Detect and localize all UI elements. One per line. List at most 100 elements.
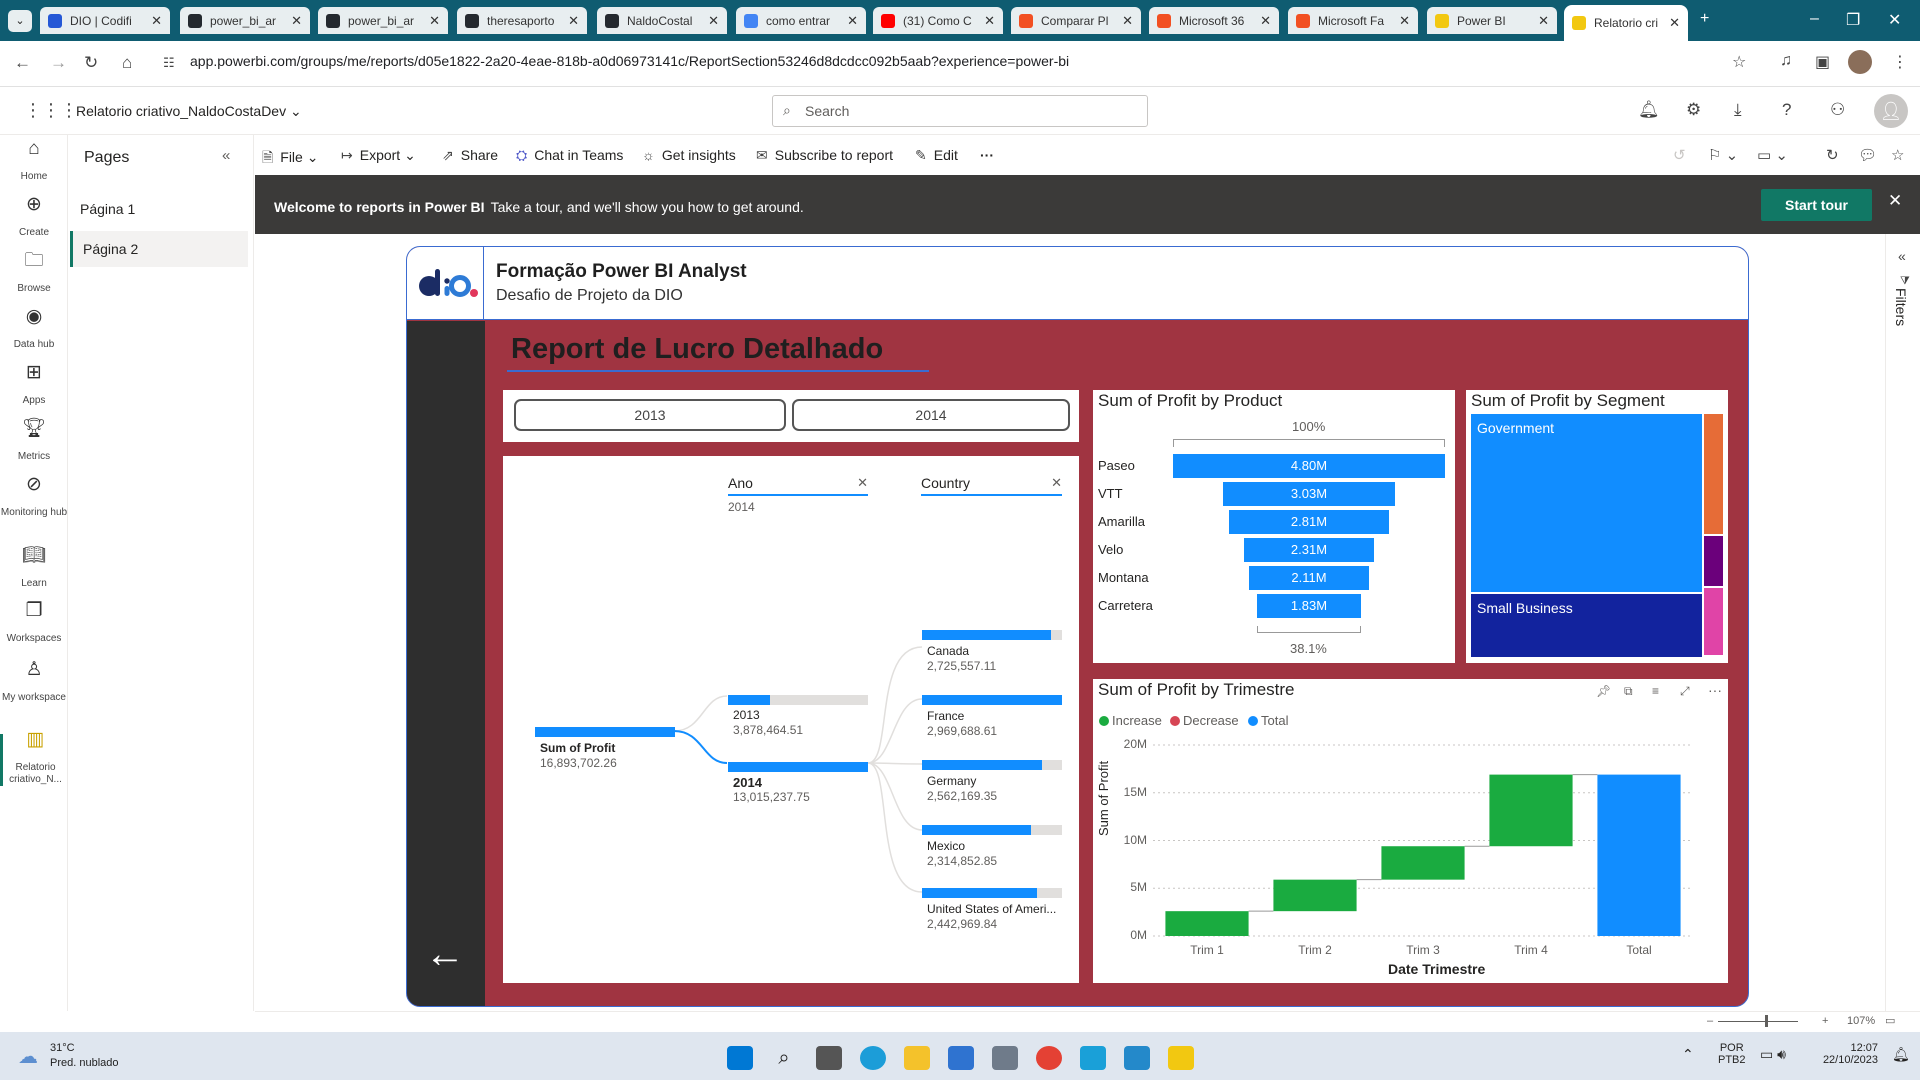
rail-item-monitor[interactable]: ⊘ Monitoring hub	[0, 475, 68, 519]
treemap-cell[interactable]	[1704, 587, 1723, 655]
tab-close-icon[interactable]: ✕	[847, 13, 858, 29]
tab-close-icon[interactable]: ✕	[1260, 13, 1271, 29]
back-icon[interactable]: ←	[14, 53, 31, 73]
decomp-root-bar[interactable]	[535, 727, 675, 737]
page-tab-2[interactable]: Página 2	[70, 231, 248, 267]
sidepanel-icon[interactable]: ▣	[1815, 52, 1830, 72]
more-options-button[interactable]: ···	[980, 147, 994, 163]
browser-menu-icon[interactable]: ⋮	[1892, 52, 1908, 72]
tab-close-icon[interactable]: ✕	[708, 13, 719, 29]
funnel-bar[interactable]: 2.11M	[1249, 566, 1369, 590]
vscode-icon[interactable]	[1124, 1046, 1150, 1070]
rail-item-report[interactable]: ▥ Relatorio criativo_N...	[0, 730, 68, 786]
zoom-slider[interactable]	[1718, 1021, 1798, 1022]
task-view-icon[interactable]	[816, 1046, 842, 1070]
browser-tab-3[interactable]: power_bi_ar ✕	[318, 7, 448, 34]
treemap-cell[interactable]	[1704, 535, 1723, 586]
share-button[interactable]: ⇗ Share	[442, 147, 498, 164]
back-arrow-button[interactable]: ←	[425, 934, 465, 974]
profile-avatar[interactable]	[1848, 50, 1872, 74]
share-feedback-icon[interactable]: ⚇	[1830, 100, 1845, 120]
notifications-icon[interactable]: 🔔︎	[1638, 100, 1660, 120]
browser-tab-10[interactable]: Microsoft Fa ✕	[1288, 7, 1418, 34]
edit-button[interactable]: ✎ Edit	[915, 147, 958, 164]
tab-close-icon[interactable]: ✕	[291, 13, 302, 29]
decomp-country-bar[interactable]	[922, 825, 1032, 835]
reload-icon[interactable]: ↻	[84, 53, 98, 73]
export-menu[interactable]: ↦ Export ⌄	[341, 147, 416, 164]
tab-search-button[interactable]: ⌄	[8, 10, 32, 32]
decomp-country-bar[interactable]	[922, 888, 1037, 898]
browser-tab-7[interactable]: (31) Como C ✕	[873, 7, 1003, 34]
waterfall-bar[interactable]	[1381, 846, 1465, 880]
rail-item-workspaces[interactable]: ❐ Workspaces	[0, 601, 68, 645]
store-icon[interactable]	[948, 1046, 974, 1070]
download-icon[interactable]: ⤓	[1734, 100, 1742, 120]
notification-bell-icon[interactable]: 🔔︎	[1892, 1046, 1910, 1063]
rail-item-person[interactable]: ♙ My workspace	[0, 660, 68, 704]
browser-tab-2[interactable]: power_bi_ar ✕	[180, 7, 310, 34]
app-launcher-icon[interactable]: ⋮⋮⋮	[24, 100, 78, 121]
media-icon[interactable]: ♫	[1780, 52, 1792, 70]
report-name[interactable]: Relatorio criativo_NaldoCostaDev ⌄	[76, 103, 302, 120]
tab-close-icon[interactable]: ✕	[1399, 13, 1410, 29]
maximize-button[interactable]: ❐	[1846, 10, 1860, 30]
powerbi-desktop-icon[interactable]	[1168, 1046, 1194, 1070]
taskbar-search-icon[interactable]: ⌕	[771, 1046, 797, 1070]
minimize-button[interactable]: –	[1810, 10, 1819, 28]
filters-label[interactable]: Filters	[1893, 288, 1909, 326]
browser-tab-8[interactable]: Comparar Pl ✕	[1011, 7, 1141, 34]
treemap-cell[interactable]: Small Business	[1471, 593, 1703, 657]
decomp-year-bar[interactable]	[728, 762, 868, 772]
get-insights-button[interactable]: ☼ Get insights	[642, 147, 736, 163]
calculator-icon[interactable]	[992, 1046, 1018, 1070]
clock[interactable]: 12:07 22/10/2023	[1812, 1042, 1878, 1066]
url-text[interactable]: app.powerbi.com/groups/me/reports/d05e18…	[190, 53, 1069, 69]
filters-pane-collapsed[interactable]	[1885, 234, 1920, 1011]
waterfall-bar[interactable]	[1597, 774, 1681, 936]
start-tour-button[interactable]: Start tour	[1761, 189, 1872, 221]
tab-close-icon[interactable]: ✕	[1122, 13, 1133, 29]
tab-close-icon[interactable]: ✕	[429, 13, 440, 29]
language-indicator[interactable]: POR PTB2	[1718, 1042, 1746, 1066]
undo-icon[interactable]: ↺	[1673, 146, 1686, 164]
funnel-bar[interactable]: 3.03M	[1223, 482, 1395, 506]
network-volume-icon[interactable]: ▭ 🔊︎	[1760, 1046, 1786, 1063]
weather-icon[interactable]: ☁	[18, 1044, 38, 1069]
decomp-country-bar[interactable]	[922, 695, 1062, 705]
waterfall-bar[interactable]	[1165, 911, 1249, 936]
rail-item-home[interactable]: ⌂ Home	[0, 139, 68, 183]
close-window-button[interactable]: ✕	[1888, 10, 1901, 30]
tab-close-icon[interactable]: ✕	[151, 13, 162, 29]
home-icon[interactable]: ⌂	[122, 53, 132, 73]
decomp-country-bar[interactable]	[922, 760, 1043, 770]
fit-page-icon[interactable]: ▭	[1885, 1014, 1895, 1027]
browser-tab-1[interactable]: DIO | Codifi ✕	[40, 7, 170, 34]
chat-in-teams-button[interactable]: ⛭ Chat in Teams	[516, 147, 623, 164]
view-icon[interactable]: ▭ ⌄	[1757, 146, 1788, 164]
refresh-icon[interactable]: ↻	[1826, 146, 1839, 164]
site-info-icon[interactable]: ☷	[163, 55, 175, 71]
browser-tab-12[interactable]: Relatorio cri ✕	[1564, 5, 1688, 41]
rail-item-plus[interactable]: ⊕ Create	[0, 195, 68, 239]
rail-item-data-hub[interactable]: ◉ Data hub	[0, 307, 68, 351]
browser-tab-9[interactable]: Microsoft 36 ✕	[1149, 7, 1279, 34]
new-tab-button[interactable]: +	[1700, 10, 1709, 28]
slicer-2014[interactable]: 2014	[792, 399, 1070, 431]
notepad-icon[interactable]	[1080, 1046, 1106, 1070]
slicer-2013[interactable]: 2013	[514, 399, 786, 431]
browser-tab-5[interactable]: NaldoCostal ✕	[597, 7, 727, 34]
tab-close-icon[interactable]: ✕	[1669, 15, 1680, 31]
settings-gear-icon[interactable]: ⚙	[1686, 100, 1701, 120]
treemap-cell[interactable]	[1704, 414, 1723, 534]
bookmark-star-icon[interactable]: ☆	[1732, 52, 1746, 72]
bookmark-icon[interactable]: ⚐ ⌄	[1708, 146, 1738, 164]
zoom-out-button[interactable]: –	[1707, 1015, 1713, 1027]
rail-item-folder[interactable]: 🗀︎ Browse	[0, 251, 68, 295]
show-hidden-icons[interactable]: ⌃	[1682, 1046, 1694, 1063]
tab-close-icon[interactable]: ✕	[568, 13, 579, 29]
tab-close-icon[interactable]: ✕	[984, 13, 995, 29]
chrome-icon[interactable]	[1036, 1046, 1062, 1070]
rail-item-apps[interactable]: ⊞ Apps	[0, 363, 68, 407]
favorite-icon[interactable]: ☆	[1891, 146, 1904, 164]
